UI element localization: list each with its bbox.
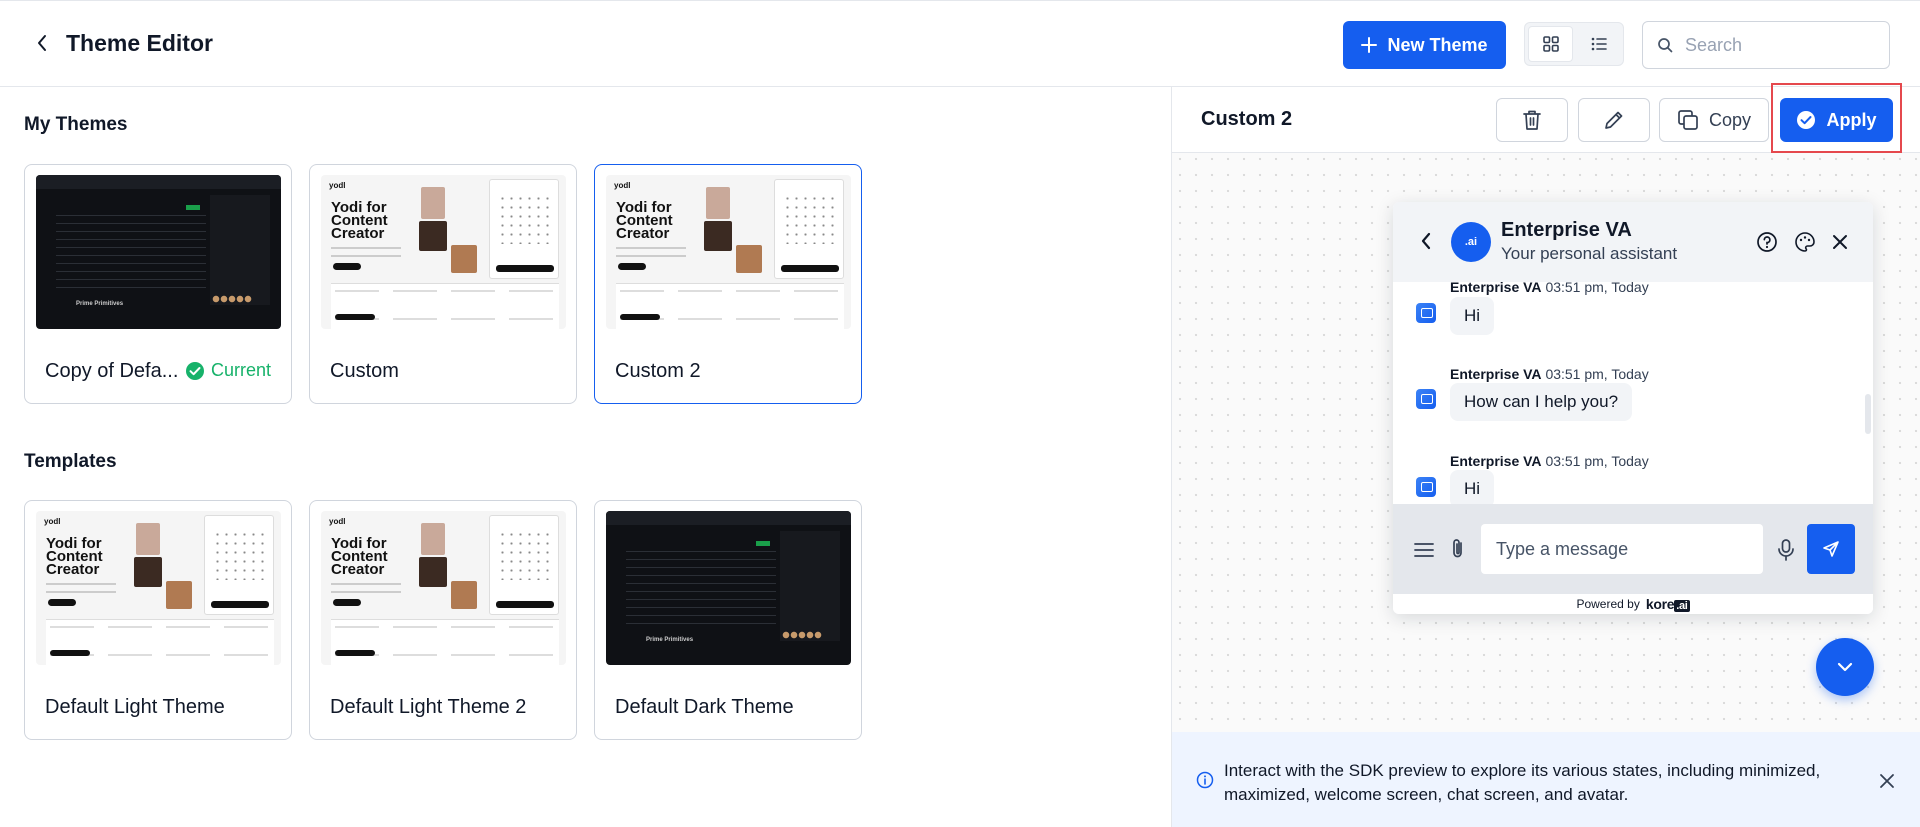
copy-label: Copy: [1708, 109, 1752, 130]
chevron-down-icon: [1837, 662, 1853, 672]
theme-card[interactable]: yodl Yodi for Content Creator Custom: [309, 164, 577, 404]
list-icon: [1591, 37, 1607, 51]
template-thumbnail: yodl Yodi for Content Creator: [36, 511, 281, 665]
theme-card[interactable]: Prime Primitives Copy of Defa... Current: [24, 164, 292, 404]
chevron-left-icon: [38, 35, 46, 51]
copy-button[interactable]: Copy: [1659, 98, 1769, 142]
help-icon: [1757, 232, 1777, 252]
chevron-left-icon: [1421, 232, 1431, 250]
minimize-chat-button[interactable]: [1816, 638, 1874, 696]
chat-header: .ai Enterprise VA Your personal assistan…: [1393, 202, 1873, 282]
plus-icon: [1361, 37, 1378, 53]
bot-avatar: .ai: [1451, 222, 1491, 262]
info-close-button[interactable]: [1876, 770, 1898, 792]
send-icon: [1823, 541, 1839, 557]
template-name: Default Light Theme: [45, 696, 225, 718]
theme-thumbnail: yodl Yodi for Content Creator: [321, 175, 566, 329]
message-input[interactable]: [1481, 524, 1763, 574]
template-card[interactable]: yodl Yodi for Content Creator Default Lig…: [24, 500, 292, 740]
search-box: [1642, 21, 1890, 69]
delete-button[interactable]: [1496, 98, 1568, 142]
close-icon: [1880, 774, 1894, 788]
templates-title: Templates: [24, 451, 117, 472]
preview-title: Custom 2: [1201, 108, 1293, 130]
bot-message-icon: [1416, 303, 1436, 323]
powered-by-label: Powered by: [1576, 597, 1640, 611]
bot-message-icon: [1416, 389, 1436, 409]
preview-panel: Custom 2 Copy Apply .ai Enterprise VA Yo…: [1171, 83, 1920, 827]
message-bubble: Hi: [1450, 470, 1495, 504]
menu-icon[interactable]: [1413, 539, 1435, 561]
list-view-button[interactable]: [1577, 26, 1620, 62]
message-bubble: How can I help you?: [1450, 383, 1633, 421]
powered-by: Powered by kore .ai: [1393, 594, 1873, 614]
current-badge: Current: [185, 360, 271, 381]
message-meta: Enterprise VA 03:51 pm, Today: [1450, 453, 1649, 469]
chat-back-button[interactable]: [1413, 228, 1439, 254]
search-input[interactable]: [1685, 34, 1865, 56]
message-bubble: Hi: [1450, 297, 1495, 335]
template-thumbnail: Prime Primitives: [606, 511, 851, 665]
template-thumbnail: yodl Yodi for Content Creator: [321, 511, 566, 665]
edit-button[interactable]: [1578, 98, 1650, 142]
info-icon: [1196, 771, 1214, 789]
apply-button[interactable]: Apply: [1780, 98, 1893, 142]
chat-messages[interactable]: Enterprise VA 03:51 pm, Today Hi Enterpr…: [1393, 282, 1873, 504]
template-name: Default Dark Theme: [615, 696, 794, 718]
message-meta: Enterprise VA 03:51 pm, Today: [1450, 282, 1649, 295]
current-label: Current: [211, 360, 272, 380]
chat-compose-bar: [1393, 504, 1873, 594]
theme-button[interactable]: [1793, 230, 1817, 254]
chat-close-button[interactable]: [1828, 230, 1852, 254]
chat-subtitle: Your personal assistant: [1501, 244, 1678, 263]
chat-scrollbar[interactable]: [1865, 394, 1871, 434]
template-card[interactable]: yodl Yodi for Content Creator Default Lig…: [309, 500, 577, 740]
top-header: Theme Editor New Theme: [0, 0, 1920, 87]
theme-name: Custom 2: [615, 360, 701, 382]
theme-name: Copy of Defa...: [45, 360, 179, 382]
help-button[interactable]: [1755, 230, 1779, 254]
theme-card-selected[interactable]: yodl Yodi for Content Creator Custom 2: [594, 164, 862, 404]
my-themes-title: My Themes: [24, 114, 128, 135]
template-card[interactable]: Prime Primitives Default Dark Theme: [594, 500, 862, 740]
copy-icon: [1678, 110, 1698, 130]
grid-view-button[interactable]: [1528, 26, 1573, 62]
pencil-icon: [1605, 111, 1623, 129]
check-circle-icon: [186, 361, 204, 380]
close-icon: [1833, 235, 1847, 249]
themes-panel: My Themes Prime Primitives Copy of Defa.…: [0, 87, 1171, 827]
send-button[interactable]: [1807, 524, 1855, 574]
message-meta: Enterprise VA 03:51 pm, Today: [1450, 366, 1649, 382]
apply-label: Apply: [1826, 109, 1877, 130]
back-button[interactable]: [28, 29, 56, 57]
kore-logo: kore .ai: [1645, 596, 1690, 612]
template-name: Default Light Theme 2: [330, 696, 527, 718]
microphone-icon[interactable]: [1775, 538, 1797, 562]
trash-icon: [1523, 110, 1541, 130]
theme-thumbnail: Prime Primitives: [36, 175, 281, 329]
bot-message-icon: [1416, 477, 1436, 497]
search-icon: [1658, 38, 1673, 53]
view-mode-toggle: [1524, 22, 1624, 66]
grid-icon: [1542, 36, 1559, 52]
new-theme-label: New Theme: [1387, 34, 1488, 55]
attachment-icon[interactable]: [1447, 537, 1469, 561]
info-message: Interact with the SDK preview to explore…: [1224, 761, 1821, 804]
new-theme-button[interactable]: New Theme: [1343, 21, 1506, 69]
theme-name: Custom: [330, 360, 399, 382]
preview-header: Custom 2 Copy Apply: [1172, 83, 1920, 153]
page-title: Theme Editor: [66, 30, 213, 56]
palette-icon: [1795, 232, 1815, 252]
check-circle-icon: [1797, 111, 1816, 129]
theme-thumbnail: yodl Yodi for Content Creator: [606, 175, 851, 329]
chat-widget-preview: .ai Enterprise VA Your personal assistan…: [1393, 202, 1873, 614]
chat-title: Enterprise VA: [1501, 219, 1632, 241]
info-banner: Interact with the SDK preview to explore…: [1172, 732, 1920, 827]
